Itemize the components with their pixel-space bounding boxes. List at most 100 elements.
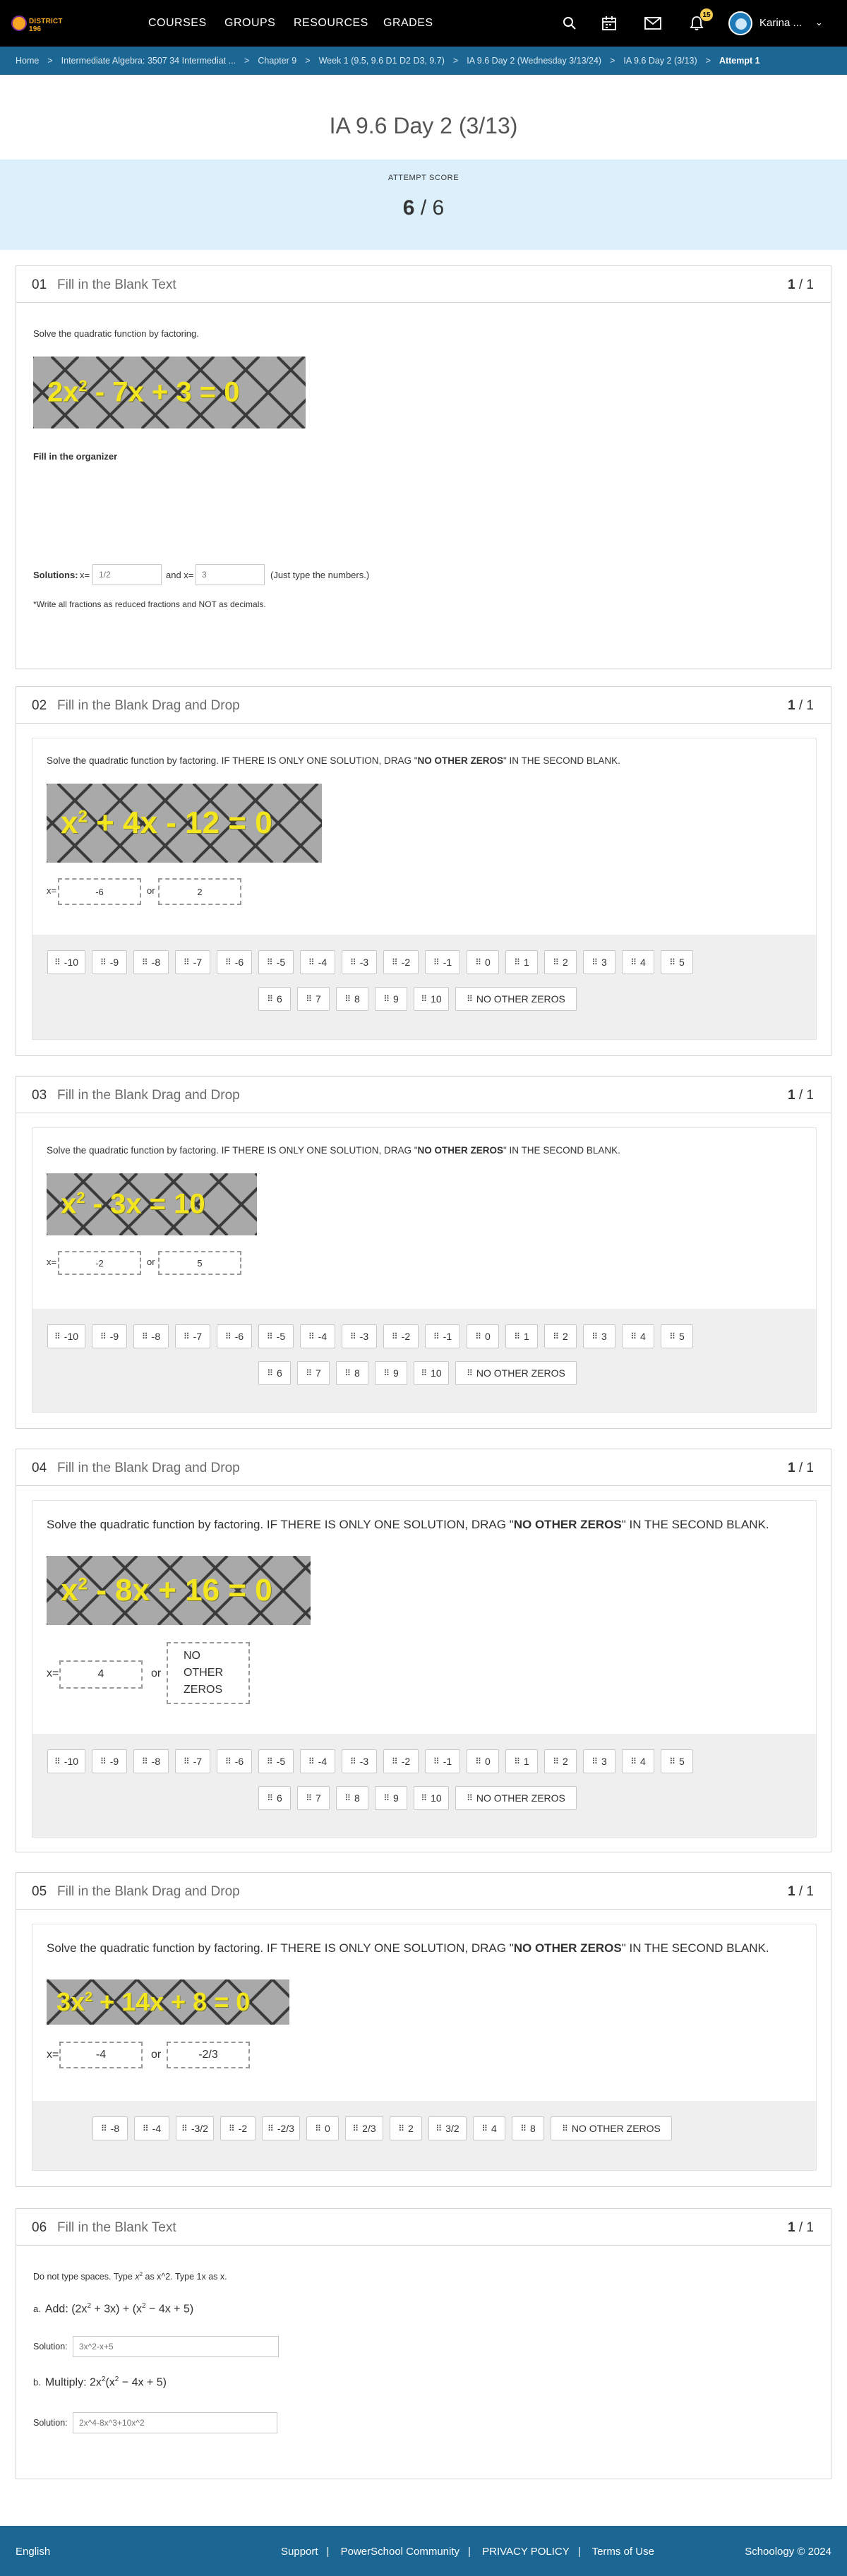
answer-choice-tile[interactable]: ⠿ 6 <box>258 1786 291 1810</box>
chevron-down-icon[interactable]: ⌄ <box>815 17 823 28</box>
answer-choice-tile[interactable]: ⠿ 8 <box>336 987 368 1011</box>
answer-choice-tile[interactable]: ⠿ NO OTHER ZEROS <box>455 1786 577 1810</box>
answer-choice-tile[interactable]: ⠿ -5 <box>258 1324 294 1348</box>
answer-choice-tile[interactable]: ⠿ 2 <box>390 2116 422 2140</box>
answer-choice-tile[interactable]: ⠿ 4 <box>622 950 654 974</box>
nav-courses[interactable]: COURSES <box>148 17 207 30</box>
answer-choice-tile[interactable]: ⠿ -7 <box>175 950 210 974</box>
answer-choice-tile[interactable]: ⠿ -1 <box>425 1324 460 1348</box>
breadcrumb-day-folder[interactable]: IA 9.6 Day 2 (Wednesday 3/13/24) <box>467 56 601 66</box>
answer-drop-zone-1[interactable]: -4 <box>59 2042 143 2068</box>
answer-choice-tile[interactable]: ⠿ -3 <box>342 1749 377 1773</box>
search-icon[interactable] <box>558 11 582 35</box>
answer-choice-tile[interactable]: ⠿ 7 <box>297 987 330 1011</box>
district-logo[interactable]: DISTRICT 196 <box>11 14 63 33</box>
answer-choice-tile[interactable]: ⠿ 9 <box>375 1786 407 1810</box>
answer-choice-tile[interactable]: ⠿ -1 <box>425 950 460 974</box>
solution-x2-input[interactable] <box>196 564 265 585</box>
answer-choice-tile[interactable]: ⠿ 0 <box>467 1324 499 1348</box>
answer-choice-tile[interactable]: ⠿ 5 <box>661 950 693 974</box>
nav-grades[interactable]: GRADES <box>383 17 433 30</box>
answer-choice-tile[interactable]: ⠿ -2/3 <box>262 2116 300 2140</box>
answer-choice-tile[interactable]: ⠿ -4 <box>300 1749 335 1773</box>
answer-drop-zone-2[interactable]: -2/3 <box>167 2042 250 2068</box>
user-name[interactable]: Karina ... <box>759 17 802 29</box>
footer-link-community[interactable]: PowerSchool Community <box>341 2546 459 2558</box>
answer-choice-tile[interactable]: ⠿ 6 <box>258 1361 291 1385</box>
answer-choice-tile[interactable]: ⠿ -2 <box>383 1324 419 1348</box>
answer-choice-tile[interactable]: ⠿ 1 <box>505 1324 538 1348</box>
answer-choice-tile[interactable]: ⠿ 2 <box>544 1749 577 1773</box>
answer-choice-tile[interactable]: ⠿ -8 <box>92 2116 128 2140</box>
answer-choice-tile[interactable]: ⠿ NO OTHER ZEROS <box>551 2116 672 2140</box>
answer-choice-tile[interactable]: ⠿ 3 <box>583 1749 615 1773</box>
answer-choice-tile[interactable]: ⠿ -6 <box>217 950 252 974</box>
answer-choice-tile[interactable]: ⠿ -4 <box>300 950 335 974</box>
answer-drop-zone-1[interactable]: -6 <box>58 878 141 905</box>
nav-resources[interactable]: RESOURCES <box>294 17 368 30</box>
answer-choice-tile[interactable]: ⠿ 10 <box>414 1361 449 1385</box>
answer-choice-tile[interactable]: ⠿ -8 <box>133 1749 169 1773</box>
footer-link-terms[interactable]: Terms of Use <box>592 2546 654 2558</box>
answer-choice-tile[interactable]: ⠿ -3 <box>342 1324 377 1348</box>
answer-choice-tile[interactable]: ⠿ 4 <box>622 1749 654 1773</box>
answer-choice-tile[interactable]: ⠿ 5 <box>661 1749 693 1773</box>
answer-choice-tile[interactable]: ⠿ -7 <box>175 1324 210 1348</box>
breadcrumb-course[interactable]: Intermediate Algebra: 3507 34 Intermedia… <box>61 56 236 66</box>
answer-choice-tile[interactable]: ⠿ -6 <box>217 1324 252 1348</box>
answer-drop-zone-1[interactable]: -2 <box>58 1251 141 1275</box>
answer-choice-tile[interactable]: ⠿ -10 <box>47 1749 85 1773</box>
answer-choice-tile[interactable]: ⠿ -9 <box>92 1324 127 1348</box>
answer-choice-tile[interactable]: ⠿ 6 <box>258 987 291 1011</box>
answer-choice-tile[interactable]: ⠿ -5 <box>258 1749 294 1773</box>
answer-choice-tile[interactable]: ⠿ 1 <box>505 950 538 974</box>
answer-choice-tile[interactable]: ⠿ 2 <box>544 950 577 974</box>
answer-drop-zone-2[interactable]: 5 <box>158 1251 241 1275</box>
nav-groups[interactable]: GROUPS <box>224 17 275 30</box>
answer-choice-tile[interactable]: ⠿ 10 <box>414 987 449 1011</box>
answer-drop-zone-2[interactable]: NO OTHER ZEROS <box>167 1642 250 1704</box>
part-b-solution-input[interactable] <box>73 2412 277 2433</box>
answer-choice-tile[interactable]: ⠿ 3 <box>583 1324 615 1348</box>
answer-choice-tile[interactable]: ⠿ -3/2 <box>176 2116 214 2140</box>
breadcrumb-home[interactable]: Home <box>16 56 39 66</box>
answer-choice-tile[interactable]: ⠿ -5 <box>258 950 294 974</box>
answer-choice-tile[interactable]: ⠿ -10 <box>47 1324 85 1348</box>
answer-choice-tile[interactable]: ⠿ NO OTHER ZEROS <box>455 1361 577 1385</box>
solution-x1-input[interactable] <box>92 564 162 585</box>
answer-choice-tile[interactable]: ⠿ -7 <box>175 1749 210 1773</box>
answer-choice-tile[interactable]: ⠿ -9 <box>92 950 127 974</box>
answer-choice-tile[interactable]: ⠿ 4 <box>473 2116 505 2140</box>
answer-choice-tile[interactable]: ⠿ -2 <box>220 2116 256 2140</box>
answer-choice-tile[interactable]: ⠿ -6 <box>217 1749 252 1773</box>
answer-choice-tile[interactable]: ⠿ 7 <box>297 1786 330 1810</box>
answer-choice-tile[interactable]: ⠿ 0 <box>467 950 499 974</box>
answer-choice-tile[interactable]: ⠿ 1 <box>505 1749 538 1773</box>
answer-choice-tile[interactable]: ⠿ -2 <box>383 950 419 974</box>
answer-choice-tile[interactable]: ⠿ -4 <box>134 2116 169 2140</box>
answer-choice-tile[interactable]: ⠿ -9 <box>92 1749 127 1773</box>
answer-choice-tile[interactable]: ⠿ -8 <box>133 1324 169 1348</box>
answer-choice-tile[interactable]: ⠿ 4 <box>622 1324 654 1348</box>
answer-choice-tile[interactable]: ⠿ 3/2 <box>428 2116 467 2140</box>
footer-link-support[interactable]: Support <box>281 2546 318 2558</box>
answer-choice-tile[interactable]: ⠿ -4 <box>300 1324 335 1348</box>
answer-choice-tile[interactable]: ⠿ NO OTHER ZEROS <box>455 987 577 1011</box>
answer-choice-tile[interactable]: ⠿ -2 <box>383 1749 419 1773</box>
answer-choice-tile[interactable]: ⠿ 3 <box>583 950 615 974</box>
answer-choice-tile[interactable]: ⠿ 7 <box>297 1361 330 1385</box>
answer-choice-tile[interactable]: ⠿ -1 <box>425 1749 460 1773</box>
part-a-solution-input[interactable] <box>73 2336 279 2357</box>
answer-choice-tile[interactable]: ⠿ 2 <box>544 1324 577 1348</box>
answer-choice-tile[interactable]: ⠿ -10 <box>47 950 85 974</box>
answer-choice-tile[interactable]: ⠿ -8 <box>133 950 169 974</box>
answer-choice-tile[interactable]: ⠿ 9 <box>375 987 407 1011</box>
answer-choice-tile[interactable]: ⠿ 2/3 <box>345 2116 383 2140</box>
answer-choice-tile[interactable]: ⠿ 9 <box>375 1361 407 1385</box>
answer-choice-tile[interactable]: ⠿ 0 <box>467 1749 499 1773</box>
answer-choice-tile[interactable]: ⠿ 8 <box>336 1361 368 1385</box>
language-selector[interactable]: English <box>16 2546 50 2558</box>
answer-choice-tile[interactable]: ⠿ 0 <box>306 2116 339 2140</box>
answer-choice-tile[interactable]: ⠿ -3 <box>342 950 377 974</box>
answer-choice-tile[interactable]: ⠿ 8 <box>336 1786 368 1810</box>
